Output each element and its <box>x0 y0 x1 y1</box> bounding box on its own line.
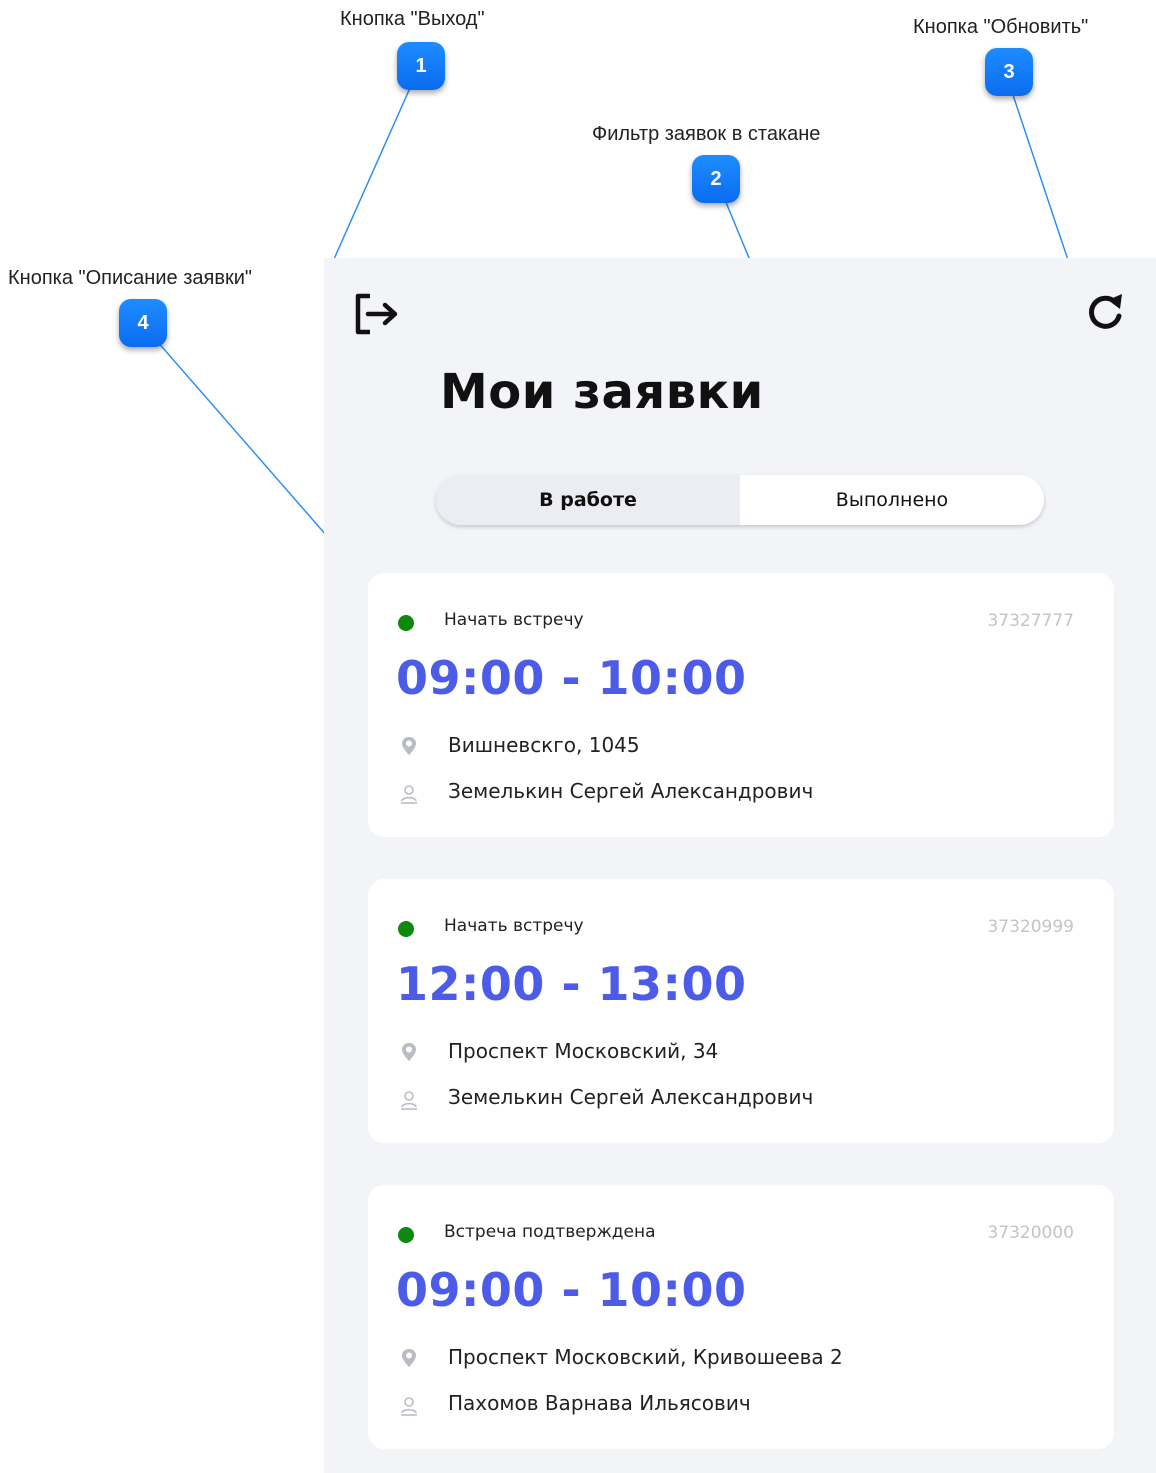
status-dot <box>398 615 414 631</box>
status-dot <box>398 1227 414 1243</box>
request-address: Вишневскго, 1045 <box>448 733 640 757</box>
person-icon <box>401 1397 417 1416</box>
request-person: Земелькин Сергей Александрович <box>448 779 814 803</box>
request-number: 37320999 <box>987 917 1074 937</box>
request-filter: В работе Выполнено <box>436 475 1044 525</box>
request-number: 37327777 <box>987 611 1074 631</box>
request-time: 12:00 - 13:00 <box>396 957 747 1011</box>
location-pin-icon <box>402 1043 416 1061</box>
location-pin-icon <box>402 737 416 755</box>
request-card[interactable]: Начать встречу 37327777 09:00 - 10:00 Ви… <box>368 573 1114 837</box>
request-person: Земелькин Сергей Александрович <box>448 1085 814 1109</box>
refresh-icon <box>1089 294 1122 329</box>
location-pin-icon <box>402 1349 416 1367</box>
request-address: Проспект Московский, 34 <box>448 1039 719 1063</box>
request-number: 37320000 <box>987 1223 1074 1243</box>
callout-badge-1: 1 <box>397 42 445 90</box>
callout-label-1: Кнопка "Выход" <box>340 8 485 30</box>
request-card[interactable]: Начать встречу 37320999 12:00 - 13:00 Пр… <box>368 879 1114 1143</box>
request-status: Начать встречу <box>444 610 584 630</box>
request-time: 09:00 - 10:00 <box>396 1263 747 1317</box>
callout-badge-4: 4 <box>119 299 167 347</box>
callout-badge-2: 2 <box>692 155 740 203</box>
callout-badge-3: 3 <box>985 48 1033 96</box>
request-card[interactable]: Встреча подтверждена 37320000 09:00 - 10… <box>368 1185 1114 1449</box>
request-time: 09:00 - 10:00 <box>396 651 747 705</box>
request-person: Пахомов Варнава Ильясович <box>448 1391 751 1415</box>
logout-icon <box>355 293 398 335</box>
tab-completed[interactable]: Выполнено <box>740 475 1044 525</box>
callout-label-3: Кнопка "Обновить" <box>913 16 1089 38</box>
leader-line-3 <box>1011 91 1073 273</box>
request-address: Проспект Московский, Кривошеева 2 <box>448 1345 843 1369</box>
app-screen: Мои заявки В работе Выполнено Начать вст… <box>324 258 1156 1473</box>
status-dot <box>398 921 414 937</box>
person-icon <box>401 785 417 804</box>
callout-label-2: Фильтр заявок в стакане <box>592 123 821 145</box>
leader-line-1 <box>329 87 411 269</box>
person-icon <box>401 1091 417 1110</box>
refresh-button[interactable] <box>1082 288 1130 336</box>
tab-in-progress[interactable]: В работе <box>436 475 740 525</box>
page-title: Мои заявки <box>440 364 764 420</box>
exit-button[interactable] <box>352 290 402 338</box>
callout-label-4: Кнопка "Описание заявки" <box>8 267 252 289</box>
request-status: Начать встречу <box>444 916 584 936</box>
request-status: Встреча подтверждена <box>444 1222 656 1242</box>
